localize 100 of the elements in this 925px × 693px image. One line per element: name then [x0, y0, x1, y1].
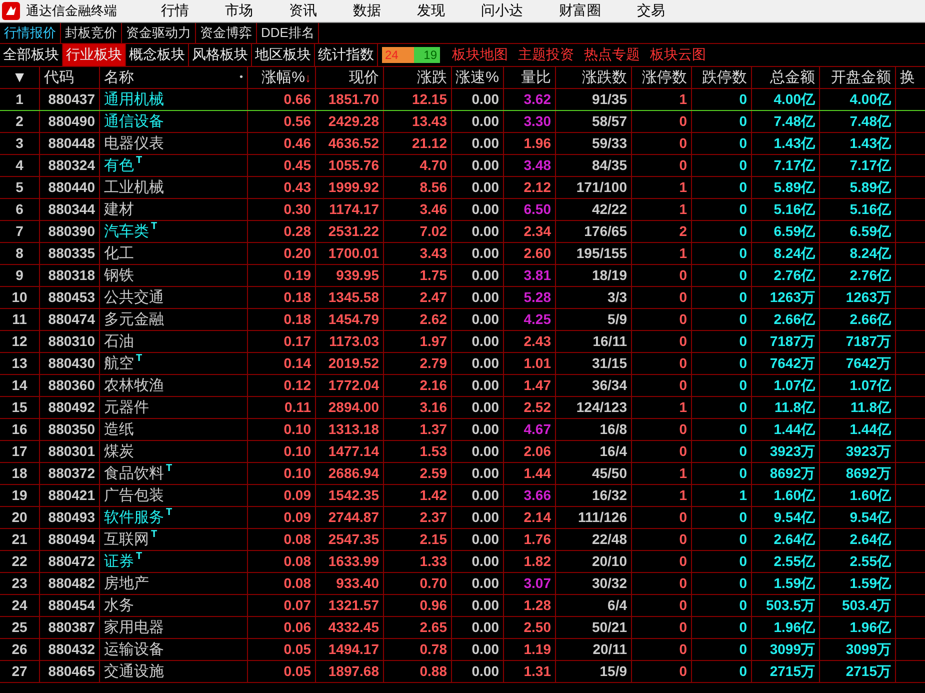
menu-item[interactable]: 资讯 [271, 2, 335, 20]
name-cell: 造纸 [100, 419, 248, 440]
table-cell: 0 [692, 551, 752, 572]
table-row[interactable]: 17 880301 煤炭 0.10 1477.14 1.53 0.00 2.06 16/4 0 0 3923万 3923万 [0, 441, 925, 463]
column-header[interactable]: ▼ [0, 67, 40, 88]
table-row[interactable]: 14 880360 农林牧渔 0.12 1772.04 2.16 0.00 1.47 36/34 0 0 1.07亿 1.07亿 [0, 375, 925, 397]
board-tab[interactable]: 概念板块 [126, 44, 189, 66]
table-row[interactable]: 10 880453 公共交通 0.18 1345.58 2.47 0.00 5.28 3/3 0 0 1263万 1263万 [0, 287, 925, 309]
table-row[interactable]: 24 880454 水务 0.07 1321.57 0.96 0.00 1.28 6/4 0 0 503.5万 503.4万 [0, 595, 925, 617]
board-link[interactable]: 板块地图 [452, 44, 508, 66]
table-cell: 0.00 [452, 265, 504, 286]
table-row[interactable]: 19 880421 广告包装 0.09 1542.35 1.42 0.00 3.66 16/32 1 1 1.60亿 1.60亿 [0, 485, 925, 507]
table-row[interactable]: 6 880344 建材 0.30 1174.17 3.46 0.00 6.50 42/22 1 0 5.16亿 5.16亿 [0, 199, 925, 221]
table-cell: 0.30 [248, 199, 316, 220]
table-row[interactable]: 3 880448 电器仪表 0.46 4636.52 21.12 0.00 1.96 59/33 0 0 1.43亿 1.43亿 [0, 133, 925, 155]
table-cell: 1700.01 [316, 243, 384, 264]
column-header[interactable]: 总金额 [752, 67, 820, 88]
table-cell: 880454 [40, 595, 100, 616]
table-cell: 880372 [40, 463, 100, 484]
table-cell: 1313.18 [316, 419, 384, 440]
table-cell: 16/8 [556, 419, 632, 440]
table-row[interactable]: 9 880318 钢铁 0.19 939.95 1.75 0.00 3.81 18/19 0 0 2.76亿 2.76亿 [0, 265, 925, 287]
column-header[interactable]: 涨速% [452, 67, 504, 88]
menu-item[interactable]: 问小达 [463, 2, 541, 20]
table-row[interactable]: 12 880310 石油 0.17 1173.03 1.97 0.00 2.43 16/11 0 0 7187万 7187万 [0, 331, 925, 353]
table-cell: 1.96 [504, 133, 556, 154]
table-cell: 1.07亿 [752, 375, 820, 396]
table-cell: 1 [632, 485, 692, 506]
table-cell: 0 [692, 463, 752, 484]
table-row[interactable]: 5 880440 工业机械 0.43 1999.92 8.56 0.00 2.12 171/100 1 0 5.89亿 5.89亿 [0, 177, 925, 199]
table-cell: 1.44亿 [752, 419, 820, 440]
board-tab[interactable]: 行业板块 [63, 44, 126, 66]
table-cell: 0 [692, 419, 752, 440]
sub-tab[interactable]: DDE排名 [257, 23, 320, 43]
table-row[interactable]: 16 880350 造纸 0.10 1313.18 1.37 0.00 4.67 16/8 0 0 1.44亿 1.44亿 [0, 419, 925, 441]
table-cell: 0.12 [248, 375, 316, 396]
menu-item[interactable]: 财富圈 [541, 2, 619, 20]
sub-tab[interactable]: 资金博弈 [196, 23, 257, 43]
table-cell: 880421 [40, 485, 100, 506]
table-cell: 0 [632, 661, 692, 682]
table-cell: 12.15 [384, 89, 452, 110]
table-cell: 1542.35 [316, 485, 384, 506]
table-cell: 0 [692, 617, 752, 638]
column-header[interactable]: 量比 [504, 67, 556, 88]
table-cell: 0.19 [248, 265, 316, 286]
table-cell: 0.20 [248, 243, 316, 264]
column-header[interactable]: 涨幅%↓ [248, 67, 316, 88]
menu-item[interactable]: 发现 [399, 2, 463, 20]
table-cell: 2.64亿 [820, 529, 896, 550]
column-header[interactable]: 现价 [316, 67, 384, 88]
table-cell: 2.34 [504, 221, 556, 242]
table-cell: 2.65 [384, 617, 452, 638]
column-header[interactable]: 涨停数 [632, 67, 692, 88]
table-row[interactable]: 27 880465 交通设施 0.05 1897.68 0.88 0.00 1.31 15/9 0 0 2715万 2715万 [0, 661, 925, 683]
column-header[interactable]: 代码 [40, 67, 100, 88]
board-tab[interactable]: 全部板块 [0, 44, 63, 66]
table-row[interactable]: 23 880482 房地产 0.08 933.40 0.70 0.00 3.07 30/32 0 0 1.59亿 1.59亿 [0, 573, 925, 595]
sub-tab[interactable]: 封板竞价 [61, 23, 122, 43]
table-cell: 0.07 [248, 595, 316, 616]
table-cell: 1 [632, 397, 692, 418]
table-row[interactable]: 11 880474 多元金融 0.18 1454.79 2.62 0.00 4.25 5/9 0 0 2.66亿 2.66亿 [0, 309, 925, 331]
table-cell: 20/10 [556, 551, 632, 572]
table-row[interactable]: 8 880335 化工 0.20 1700.01 3.43 0.00 2.60 195/155 1 0 8.24亿 8.24亿 [0, 243, 925, 265]
column-header[interactable]: 换 [896, 67, 925, 88]
row-number: 20 [0, 507, 40, 528]
board-tab[interactable]: 统计指数 [315, 44, 378, 66]
row-number: 24 [0, 595, 40, 616]
table-row[interactable]: 1 880437 通用机械 0.66 1851.70 12.15 0.00 3.62 91/35 1 0 4.00亿 4.00亿 [0, 89, 925, 111]
column-header[interactable]: 名称 • [100, 67, 248, 88]
menu-item[interactable]: 行情 [143, 2, 207, 20]
table-cell: 16/4 [556, 441, 632, 462]
board-link[interactable]: 主题投资 [518, 44, 574, 66]
table-row[interactable]: 25 880387 家用电器 0.06 4332.45 2.65 0.00 2.50 50/21 0 0 1.96亿 1.96亿 [0, 617, 925, 639]
table-cell: 3.48 [504, 155, 556, 176]
menu-item[interactable]: 交易 [619, 2, 683, 20]
table-cell: 0.00 [452, 133, 504, 154]
board-tab[interactable]: 地区板块 [252, 44, 315, 66]
column-header[interactable]: 涨跌数 [556, 67, 632, 88]
table-cell: 0.00 [452, 595, 504, 616]
menu-item[interactable]: 市场 [207, 2, 271, 20]
sub-tab[interactable]: 行情报价 [0, 23, 61, 43]
row-number: 17 [0, 441, 40, 462]
menu-item[interactable]: 数据 [335, 2, 399, 20]
name-cell: 公共交通 [100, 287, 248, 308]
table-cell: 0.00 [452, 89, 504, 110]
table-cell: 15/9 [556, 661, 632, 682]
table-row[interactable]: 2 880490 通信设备 0.56 2429.28 13.43 0.00 3.30 58/57 0 0 7.48亿 7.48亿 [0, 111, 925, 133]
table-cell: 4.25 [504, 309, 556, 330]
sub-tab[interactable]: 资金驱动力 [122, 23, 196, 43]
board-link[interactable]: 热点专题 [584, 44, 640, 66]
table-cell: 0 [692, 155, 752, 176]
table-row[interactable]: 15 880492 元器件 0.11 2894.00 3.16 0.00 2.52 124/123 1 0 11.8亿 11.8亿 [0, 397, 925, 419]
column-header[interactable]: 涨跌 [384, 67, 452, 88]
table-cell: 880335 [40, 243, 100, 264]
table-row[interactable]: 26 880432 运输设备 0.05 1494.17 0.78 0.00 1.19 20/11 0 0 3099万 3099万 [0, 639, 925, 661]
column-header[interactable]: 开盘金额 [820, 67, 896, 88]
board-link[interactable]: 板块云图 [650, 44, 706, 66]
column-header[interactable]: 跌停数 [692, 67, 752, 88]
table-cell: 0.00 [452, 287, 504, 308]
table-cell: 0.05 [248, 639, 316, 660]
